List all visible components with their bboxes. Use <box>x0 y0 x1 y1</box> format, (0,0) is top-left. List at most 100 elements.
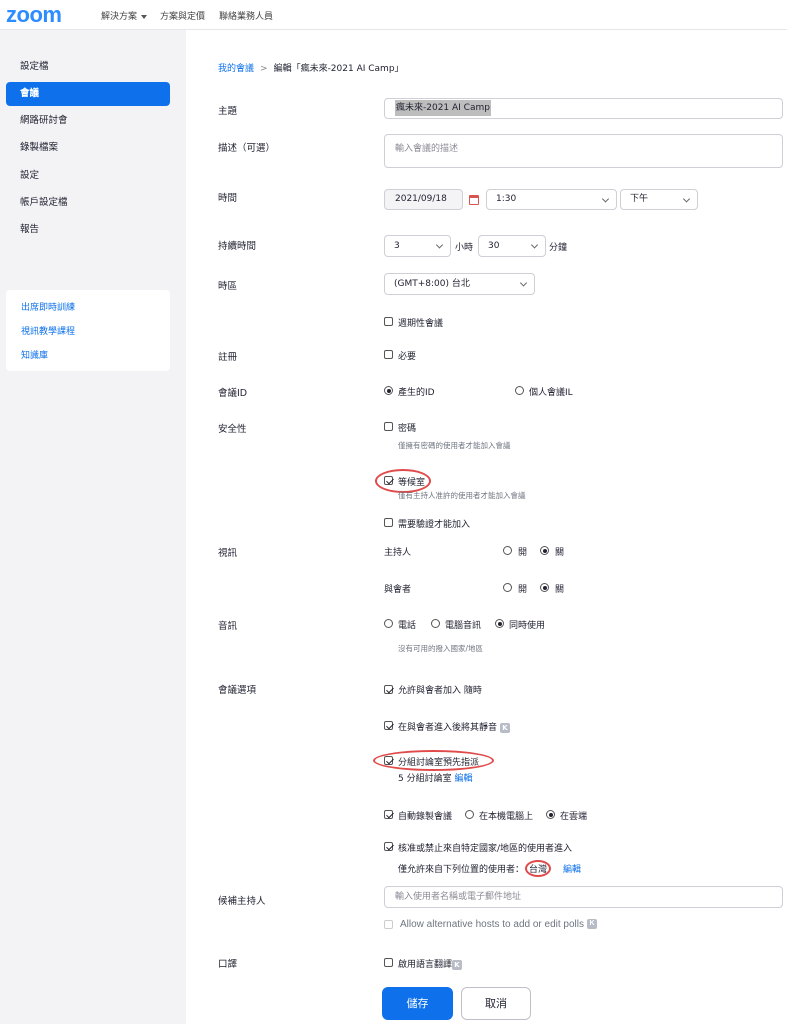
region-edit-link[interactable]: 編輯 <box>563 865 581 875</box>
sidebar-item-account-profile[interactable]: 帳戶設定檔 <box>6 191 170 215</box>
breakout-checkbox[interactable] <box>384 756 393 765</box>
sidebar-item-recordings[interactable]: 錄製檔案 <box>6 136 170 160</box>
security-label: 安全性 <box>218 424 247 435</box>
nav-solutions[interactable]: 解決方案 <box>101 9 148 22</box>
topic-label: 主題 <box>218 106 238 117</box>
chevron-down-icon <box>601 194 610 203</box>
chevron-down-icon <box>141 14 148 19</box>
video-host-label: 主持人 <box>384 548 412 558</box>
sidebar: 設定檔 會議 網路研討會 錄製檔案 設定 帳戶設定檔 報告 出席即時訓練 視訊教… <box>0 30 186 1024</box>
live-training-link[interactable]: 出席即時訓練 <box>21 300 75 313</box>
waiting-room-checkbox[interactable] <box>384 476 393 485</box>
video-participants-label: 與會者 <box>384 585 412 595</box>
passcode-label: 密碼 <box>398 424 417 434</box>
chevron-down-icon <box>519 279 528 287</box>
audio-computer-label: 電腦音訊 <box>445 621 482 631</box>
date-input[interactable]: 2021/09/18 <box>384 189 463 210</box>
host-video-on-radio[interactable] <box>503 546 512 555</box>
nav-contact-sales[interactable]: 聯絡業務人員 <box>219 9 273 22</box>
record-cloud-label: 在雲端 <box>560 812 588 822</box>
auto-record-label: 自動錄製會議 <box>398 812 453 822</box>
topic-input[interactable]: 瘋未來-2021 AI Camp <box>384 98 783 119</box>
hours-unit: 小時 <box>455 243 474 253</box>
interpretation-checkbox[interactable] <box>384 958 393 967</box>
host-video-on-label: 開 <box>518 548 528 558</box>
cancel-button[interactable]: 取消 <box>461 987 531 1020</box>
interpretation-option: 啟用語言翻譯 K <box>398 957 463 970</box>
audio-telephone-label: 電話 <box>398 621 417 631</box>
host-video-off-label: 關 <box>555 548 565 558</box>
record-local-label: 在本機電腦上 <box>479 812 534 822</box>
participant-video-on-radio[interactable] <box>503 583 512 592</box>
alt-hosts-input[interactable]: 輸入使用者名稱或電子郵件地址 <box>384 886 783 908</box>
minutes-unit: 分鐘 <box>549 243 568 253</box>
alt-hosts-polls-checkbox[interactable] <box>384 920 393 929</box>
duration-hours-select[interactable]: 3 <box>384 235 451 257</box>
alt-hosts-polls-label: Allow alternative hosts to add or edit p… <box>400 919 597 930</box>
personal-id-radio[interactable] <box>515 386 524 395</box>
breadcrumb-current: 編輯「瘋未來-2021 AI Camp」 <box>273 64 404 74</box>
info-badge-icon: K <box>500 722 511 733</box>
timezone-select[interactable]: (GMT+8:00) 台北 <box>384 273 535 295</box>
sidebar-item-reports[interactable]: 報告 <box>6 218 170 242</box>
region-value: 台灣 <box>525 860 552 877</box>
registration-option: 必要 <box>398 352 417 362</box>
description-label: 描述（可選） <box>218 143 276 154</box>
breadcrumb-my-meetings[interactable]: 我的會議 <box>218 64 254 74</box>
audio-both-radio[interactable] <box>495 619 504 628</box>
registration-label: 註冊 <box>218 352 238 363</box>
duration-minutes-select[interactable]: 30 <box>478 235 546 257</box>
breakout-label: 分組討論室預先指派 <box>398 758 480 768</box>
join-anytime-checkbox[interactable] <box>384 685 393 694</box>
record-local-radio[interactable] <box>465 810 474 819</box>
passcode-hint: 僅擁有密碼的使用者才能加入會議 <box>398 441 511 450</box>
participant-video-on-label: 開 <box>518 585 528 595</box>
duration-label: 持續時間 <box>218 241 257 252</box>
ampm-select[interactable]: 下午 <box>620 189 698 210</box>
region-info: 僅允許來自下列位置的使用者： 台灣 編輯 <box>398 860 581 877</box>
time-label: 時間 <box>218 193 238 204</box>
save-button[interactable]: 儲存 <box>382 987 453 1020</box>
audio-telephone-radio[interactable] <box>384 619 393 628</box>
region-checkbox[interactable] <box>384 842 393 851</box>
nav-pricing[interactable]: 方案與定價 <box>160 9 205 22</box>
breadcrumb: 我的會議 > 編輯「瘋未來-2021 AI Camp」 <box>218 64 404 74</box>
sidebar-item-settings[interactable]: 設定 <box>6 164 170 188</box>
time-select[interactable]: 1:30 <box>486 189 617 210</box>
audio-label: 音訊 <box>218 621 238 632</box>
auth-label: 需要驗證才能加入 <box>398 520 471 530</box>
chevron-down-icon <box>530 241 539 249</box>
audio-computer-radio[interactable] <box>431 619 440 628</box>
video-tutorials-link[interactable]: 視訊教學課程 <box>21 324 75 337</box>
participant-video-off-radio[interactable] <box>540 583 549 592</box>
alt-hosts-label: 候補主持人 <box>218 896 266 907</box>
video-label: 視訊 <box>218 548 238 559</box>
recurring-checkbox[interactable] <box>384 317 393 326</box>
sidebar-item-profile[interactable]: 設定檔 <box>6 55 170 79</box>
knowledge-base-link[interactable]: 知識庫 <box>21 348 48 361</box>
sidebar-item-webinars[interactable]: 網路研討會 <box>6 109 170 133</box>
sidebar-help-box: 出席即時訓練 視訊教學課程 知識庫 <box>6 290 170 371</box>
auth-checkbox[interactable] <box>384 518 393 527</box>
breakout-edit-link[interactable]: 編輯 <box>454 774 472 784</box>
mute-on-entry-checkbox[interactable] <box>384 721 393 730</box>
generated-id-radio[interactable] <box>384 386 393 395</box>
chevron-down-icon <box>435 241 444 249</box>
waiting-room-hint: 僅有主持人准許的使用者才能加入會議 <box>398 491 526 500</box>
audio-hint: 沒有可用的撥入國家/地區 <box>398 644 484 653</box>
zoom-logo[interactable]: zoom <box>6 2 62 28</box>
meeting-options-label: 會議選項 <box>218 685 257 696</box>
auto-record-checkbox[interactable] <box>384 810 393 819</box>
mute-on-entry-label: 在與會者進入後將其靜音 K <box>398 720 511 733</box>
sidebar-item-meetings[interactable]: 會議 <box>6 82 170 106</box>
description-input[interactable]: 輸入會議的描述 <box>384 134 783 168</box>
info-badge-icon: K <box>452 959 463 970</box>
host-video-off-radio[interactable] <box>540 546 549 555</box>
participant-video-off-label: 關 <box>555 585 565 595</box>
record-cloud-radio[interactable] <box>546 810 555 819</box>
meeting-id-label: 會議ID <box>218 388 248 399</box>
calendar-icon[interactable] <box>469 195 479 205</box>
registration-checkbox[interactable] <box>384 350 393 359</box>
passcode-checkbox[interactable] <box>384 422 393 431</box>
info-badge-icon: K <box>587 919 597 930</box>
